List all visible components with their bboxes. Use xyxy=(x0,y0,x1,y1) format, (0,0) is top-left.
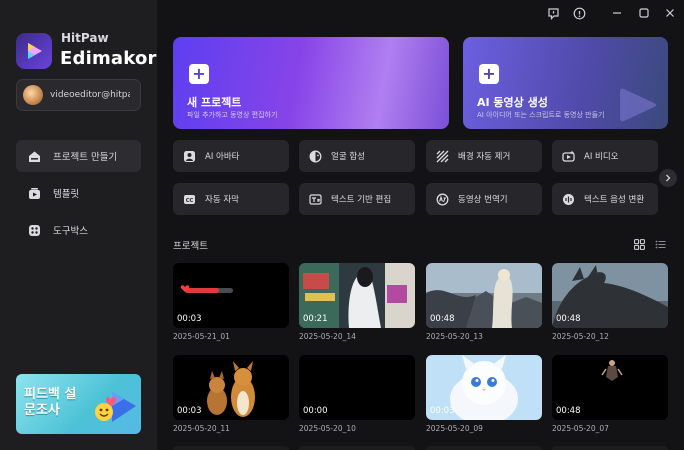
chevron-right-icon xyxy=(666,174,671,182)
nav-label: 프로젝트 만들기 xyxy=(53,152,118,163)
nav-label: 도구박스 xyxy=(53,226,88,237)
plus-icon: + xyxy=(189,64,209,84)
tool-label: AI 비디오 xyxy=(584,152,619,162)
project-date: 2025-05-20_07 xyxy=(552,424,609,433)
subtitle-icon: CC xyxy=(183,193,196,206)
list-view-button[interactable] xyxy=(653,237,667,251)
feedback-icon[interactable] xyxy=(545,5,561,21)
project-date: 2025-05-20_11 xyxy=(173,424,230,433)
duration-label: 00:00 xyxy=(303,406,328,416)
tool-label: AI 아바타 xyxy=(205,152,240,162)
avatar-icon xyxy=(183,150,196,163)
tool-label: 텍스트 기반 편집 xyxy=(331,195,392,205)
sidebar: HitPaw Edimakor videoeditor@hitpa... 프로젝… xyxy=(0,0,157,450)
tool-video-translator[interactable]: 동영상 번역기 xyxy=(426,183,542,215)
project-thumbnail-partial xyxy=(299,446,415,450)
new-project-title: 새 프로젝트 xyxy=(187,96,242,109)
new-project-card[interactable]: + 새 프로젝트 파일 추가하고 동영상 편집하기 xyxy=(173,37,449,129)
scroll-right-button[interactable] xyxy=(659,169,677,187)
play-decoration-icon xyxy=(620,88,657,122)
duration-label: 00:48 xyxy=(556,406,581,416)
toolbox-icon xyxy=(28,224,41,237)
project-date: 2025-05-20_13 xyxy=(426,332,483,341)
tool-auto-subtitle[interactable]: CC 자동 자막 xyxy=(173,183,289,215)
home-icon xyxy=(28,150,41,163)
tool-face-swap[interactable]: 얼굴 합성 xyxy=(299,140,415,172)
ai-video-icon xyxy=(562,150,575,163)
project-thumbnail[interactable]: 00:03 xyxy=(173,263,289,328)
project-date: 2025-05-20_12 xyxy=(552,332,609,341)
translate-icon xyxy=(436,193,449,206)
product-name: Edimakor xyxy=(60,48,157,69)
project-thumbnail[interactable]: 00:00 xyxy=(299,355,415,420)
tool-label: 배경 자동 제거 xyxy=(458,152,511,162)
ai-video-subtitle: AI 아이디어 또는 스크립트로 동영상 만들기 xyxy=(477,111,605,119)
account-button[interactable]: videoeditor@hitpa... xyxy=(16,79,141,111)
nav-item-toolbox[interactable]: 도구박스 xyxy=(16,214,141,246)
app-logo-icon xyxy=(16,33,52,69)
tool-label: 동영상 번역기 xyxy=(458,195,508,205)
project-thumbnail[interactable]: 00:21 xyxy=(299,263,415,328)
project-thumbnail-partial xyxy=(426,446,542,450)
project-thumbnail[interactable]: 00:48 xyxy=(426,263,542,328)
promo-text: 피드백 설문조사 xyxy=(24,387,77,418)
tool-label: 자동 자막 xyxy=(205,195,239,205)
duration-label: 00:03 xyxy=(177,314,202,324)
project-thumbnail[interactable]: 00:03 xyxy=(426,355,542,420)
account-email: videoeditor@hitpa... xyxy=(50,90,130,100)
project-thumbnail[interactable]: 00:48 xyxy=(552,355,668,420)
info-icon[interactable] xyxy=(571,5,587,21)
text-edit-icon xyxy=(309,193,322,206)
brand-name: HitPaw xyxy=(61,31,109,45)
project-thumbnail[interactable]: 00:48 xyxy=(552,263,668,328)
duration-label: 00:03 xyxy=(430,406,455,416)
tool-ai-avatar[interactable]: AI 아바타 xyxy=(173,140,289,172)
project-date: 2025-05-21_01 xyxy=(173,332,230,341)
projects-section-title: 프로젝트 xyxy=(173,241,208,252)
tool-ai-video[interactable]: AI 비디오 xyxy=(552,140,658,172)
maximize-icon[interactable] xyxy=(636,5,652,21)
close-icon[interactable] xyxy=(662,5,678,21)
project-date: 2025-05-20_10 xyxy=(299,424,356,433)
plus-icon: + xyxy=(479,64,499,84)
grid-view-button[interactable] xyxy=(632,237,646,251)
duration-label: 00:48 xyxy=(430,314,455,324)
new-project-subtitle: 파일 추가하고 동영상 편집하기 xyxy=(187,111,278,119)
minimize-icon[interactable] xyxy=(609,5,625,21)
tool-label: 텍스트 음성 변환 xyxy=(584,195,645,205)
text-to-speech-icon xyxy=(562,193,575,206)
background-remove-icon xyxy=(436,150,449,163)
duration-label: 00:21 xyxy=(303,314,328,324)
nav-label: 템플릿 xyxy=(53,189,80,200)
avatar xyxy=(23,85,43,105)
ai-video-title: AI 동영상 생성 xyxy=(477,96,548,109)
project-date: 2025-05-20_09 xyxy=(426,424,483,433)
tool-text-to-speech[interactable]: 텍스트 음성 변환 xyxy=(552,183,658,215)
grid-view-icon xyxy=(633,238,645,250)
feedback-survey-banner[interactable]: 피드백 설문조사 xyxy=(16,374,141,434)
tool-text-based-edit[interactable]: 텍스트 기반 편집 xyxy=(299,183,415,215)
ai-video-generate-card[interactable]: + AI 동영상 생성 AI 아이디어 또는 스크립트로 동영상 만들기 xyxy=(463,37,668,129)
face-swap-icon xyxy=(309,150,322,163)
project-date: 2025-05-20_14 xyxy=(299,332,356,341)
svg-text:CC: CC xyxy=(186,197,194,203)
tool-label: 얼굴 합성 xyxy=(331,152,365,162)
tool-background-remove[interactable]: 배경 자동 제거 xyxy=(426,140,542,172)
template-icon xyxy=(28,187,41,200)
duration-label: 00:48 xyxy=(556,314,581,324)
project-thumbnail-partial xyxy=(173,446,289,450)
duration-label: 00:03 xyxy=(177,406,202,416)
project-thumbnail-partial xyxy=(552,446,668,450)
promo-illustration-icon xyxy=(95,392,136,422)
nav-item-create-project[interactable]: 프로젝트 만들기 xyxy=(16,140,141,172)
list-view-icon xyxy=(655,240,665,248)
nav-item-templates[interactable]: 템플릿 xyxy=(16,177,141,209)
project-thumbnail[interactable]: 00:03 xyxy=(173,355,289,420)
